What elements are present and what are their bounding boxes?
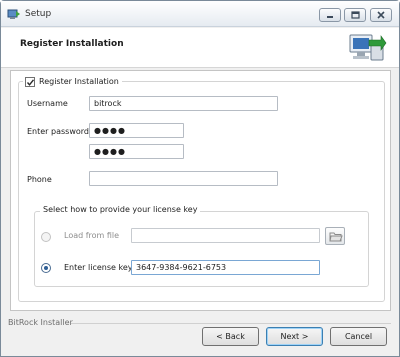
close-icon [377, 11, 385, 19]
phone-input[interactable] [89, 171, 278, 186]
load-from-file-label: Load from file [64, 231, 120, 240]
page-title: Register Installation [20, 39, 124, 49]
footer-divider [71, 323, 391, 324]
next-button[interactable]: Next > [266, 327, 323, 346]
phone-label: Phone [27, 175, 52, 184]
register-installation-label: Register Installation [39, 77, 119, 86]
enter-license-key-label: Enter license key [64, 263, 133, 272]
password-label: Enter password [27, 127, 89, 136]
installer-computer-icon [347, 30, 387, 64]
password-input[interactable]: ●●●● [89, 123, 184, 138]
installer-brand-label: BitRock Installer [8, 318, 77, 327]
window-title: Setup [25, 9, 52, 19]
register-installation-checkbox[interactable] [25, 76, 35, 87]
checkmark-icon [26, 78, 35, 86]
maximize-button[interactable] [344, 8, 366, 22]
browse-file-button[interactable] [325, 227, 345, 245]
setup-app-icon [7, 8, 21, 20]
setup-window: Setup Register Installation Register Ins… [0, 0, 400, 357]
load-from-file-radio[interactable] [41, 232, 51, 242]
close-button[interactable] [370, 8, 392, 22]
back-button[interactable]: < Back [202, 327, 259, 346]
license-file-path-input[interactable] [131, 228, 320, 243]
license-key-group [34, 211, 369, 287]
cancel-button[interactable]: Cancel [330, 327, 387, 346]
username-input[interactable]: bitrock [89, 96, 278, 111]
page-header: Register Installation [1, 28, 399, 68]
license-key-input[interactable]: 3647-9384-9621-6753 [131, 260, 320, 275]
minimize-icon [327, 16, 333, 18]
maximize-icon [351, 11, 360, 19]
title-bar[interactable]: Setup [1, 1, 399, 27]
minimize-button[interactable] [319, 8, 341, 22]
license-key-group-legend: Select how to provide your license key [40, 205, 201, 214]
username-label: Username [27, 99, 68, 108]
password-confirm-input[interactable]: ●●●● [89, 144, 184, 159]
folder-open-icon [329, 232, 343, 242]
enter-license-key-radio[interactable] [41, 263, 51, 273]
register-installation-toggle[interactable]: Register Installation [23, 75, 122, 88]
